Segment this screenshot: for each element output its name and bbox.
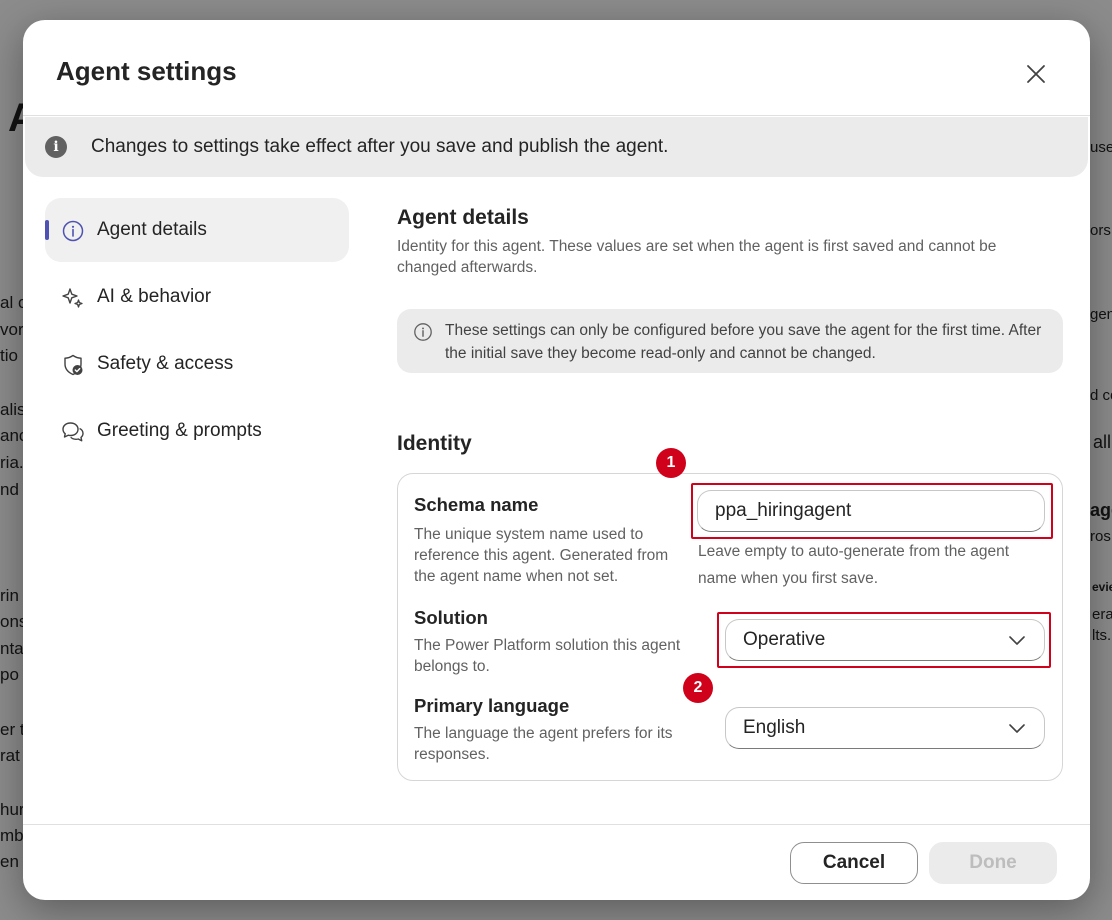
info-icon: [62, 220, 84, 242]
dialog-footer: Cancel Done: [23, 824, 1090, 900]
settings-nav: Agent details AI & behavior Safety & acc…: [45, 198, 349, 466]
nav-item-agent-details[interactable]: Agent details: [45, 198, 349, 262]
cancel-button[interactable]: Cancel: [790, 842, 918, 884]
nav-item-ai-behavior[interactable]: AI & behavior: [45, 265, 349, 329]
identity-heading: Identity: [397, 432, 472, 455]
nav-item-label: AI & behavior: [97, 286, 212, 307]
nav-item-label: Greeting & prompts: [97, 420, 262, 441]
dialog-title: Agent settings: [56, 56, 237, 86]
section-title: Agent details: [397, 206, 529, 229]
annotation-marker-1: 1: [656, 448, 686, 478]
annotation-marker-2: 2: [683, 673, 713, 703]
annotation-highlight-2: [717, 612, 1051, 668]
agent-settings-dialog: Agent settings i Changes to settings tak…: [23, 20, 1090, 900]
nav-item-label: Safety & access: [97, 353, 234, 374]
info-icon: [414, 323, 432, 341]
primary-language-help: The language the agent prefers for its r…: [414, 725, 673, 763]
nav-item-safety-access[interactable]: Safety & access: [45, 332, 349, 396]
note-text: These settings can only be configured be…: [445, 322, 1042, 362]
dialog-header: Agent settings: [23, 20, 1090, 116]
info-banner: i Changes to settings take effect after …: [25, 117, 1088, 177]
banner-text: Changes to settings take effect after yo…: [91, 136, 669, 157]
schema-name-hint: Leave empty to auto-generate from the ag…: [698, 543, 1010, 587]
close-icon: [1027, 65, 1045, 83]
chat-bubbles-icon: [62, 422, 84, 442]
primary-language-dropdown[interactable]: English: [725, 707, 1045, 749]
schema-name-help: The unique system name used to reference…: [414, 526, 669, 585]
solution-help: The Power Platform solution this agent b…: [414, 637, 681, 675]
solution-label: Solution: [414, 607, 488, 628]
chevron-down-icon: [1009, 724, 1025, 733]
info-filled-icon: i: [45, 136, 67, 158]
section-description: Identity for this agent. These values ar…: [397, 238, 997, 276]
schema-name-label: Schema name: [414, 494, 539, 515]
primary-language-selected-value: English: [743, 717, 806, 738]
sparkle-icon: [62, 288, 83, 308]
close-button[interactable]: [1022, 60, 1050, 88]
read-only-note: These settings can only be configured be…: [397, 309, 1063, 373]
annotation-highlight-1: [691, 483, 1053, 539]
done-button[interactable]: Done: [929, 842, 1057, 884]
shield-check-icon: [64, 354, 83, 376]
primary-language-label: Primary language: [414, 695, 570, 716]
nav-item-label: Agent details: [97, 219, 207, 240]
nav-item-greeting-prompts[interactable]: Greeting & prompts: [45, 399, 349, 463]
